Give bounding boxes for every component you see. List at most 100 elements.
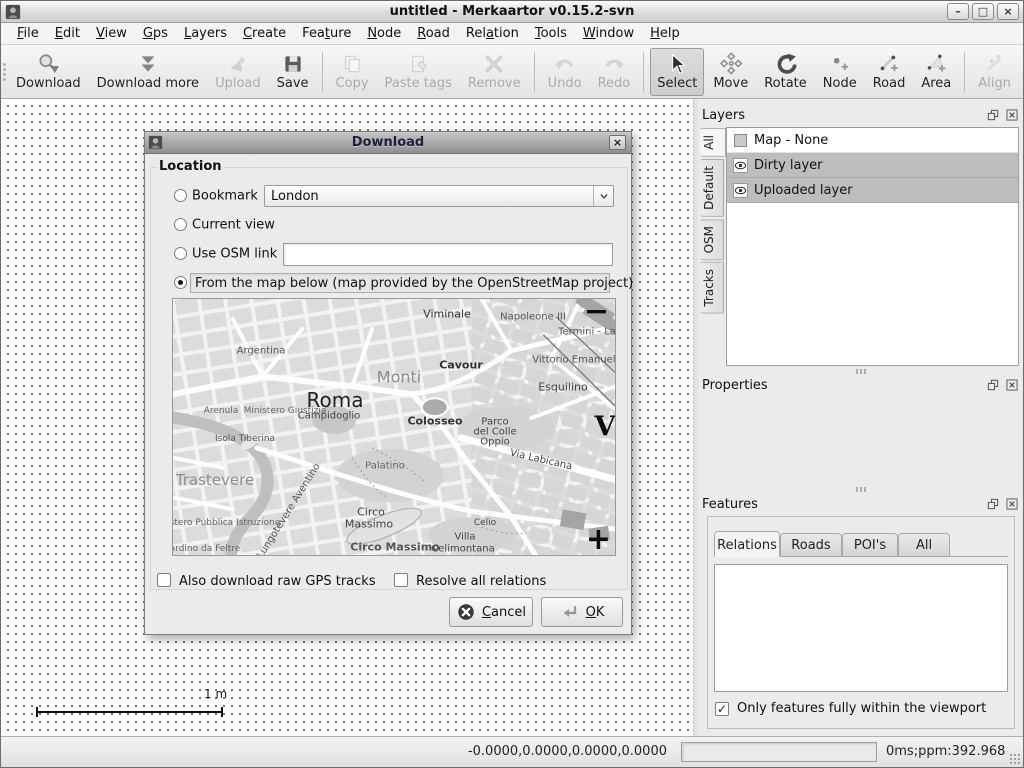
splitter-grip-2[interactable] bbox=[698, 486, 1023, 492]
splitter-grip-1[interactable] bbox=[698, 368, 1023, 374]
layer-row[interactable]: Uploaded layer bbox=[727, 178, 1018, 203]
copy-button: Copy bbox=[329, 48, 376, 96]
paste-tags-icon bbox=[406, 52, 430, 76]
menu-gps[interactable]: Gps bbox=[135, 24, 176, 43]
menu-tools[interactable]: Tools bbox=[527, 24, 575, 43]
current-view-radio[interactable] bbox=[174, 218, 187, 231]
map-label: Massimo bbox=[345, 518, 393, 531]
map-zoom-out-control[interactable]: − bbox=[584, 298, 609, 327]
download-dialog: Download × Location Bookmark London Curr… bbox=[144, 131, 632, 635]
titlebar[interactable]: untitled - Merkaartor v0.15.2-svn –□× bbox=[1, 1, 1023, 23]
from-map-radio[interactable] bbox=[174, 276, 187, 289]
features-list[interactable] bbox=[714, 564, 1008, 692]
layers-tab-osm[interactable]: OSM bbox=[700, 219, 724, 260]
scalebar bbox=[36, 707, 223, 717]
features-tab-relations[interactable]: Relations bbox=[714, 531, 780, 557]
menu-layers[interactable]: Layers bbox=[176, 24, 235, 43]
layer-visibility-eye-icon[interactable] bbox=[732, 182, 748, 198]
node-button[interactable]: Node bbox=[816, 48, 864, 96]
chevron-down-icon[interactable] bbox=[593, 186, 613, 206]
gps-tracks-checkbox[interactable] bbox=[157, 573, 171, 587]
download-button[interactable]: Download bbox=[9, 48, 88, 96]
menu-node[interactable]: Node bbox=[359, 24, 409, 43]
location-group-label: Location bbox=[157, 159, 224, 174]
resolve-relations-checkbox[interactable] bbox=[394, 573, 408, 587]
minimize-button[interactable]: – bbox=[947, 3, 969, 20]
bookmark-radio[interactable] bbox=[174, 189, 187, 202]
save-label: Save bbox=[277, 76, 309, 91]
map-label: V bbox=[595, 412, 616, 443]
menu-create[interactable]: Create bbox=[235, 24, 294, 43]
features-tab-roads[interactable]: Roads bbox=[780, 533, 842, 556]
layer-visibility-eye-icon[interactable] bbox=[732, 157, 748, 173]
layer-label: Uploaded layer bbox=[754, 183, 853, 198]
cancel-button[interactable]: Cancel bbox=[449, 597, 533, 627]
close-button[interactable]: × bbox=[997, 3, 1019, 20]
toolbar-separator bbox=[322, 52, 323, 92]
properties-close-icon[interactable] bbox=[1005, 378, 1019, 392]
move-button[interactable]: Move bbox=[706, 48, 755, 96]
osm-map-preview[interactable]: ViminaleNapoleone IIITermini - LaArgenti… bbox=[172, 298, 616, 556]
layers-tabbar: AllDefaultOSMTracks bbox=[700, 128, 726, 316]
app-window: untitled - Merkaartor v0.15.2-svn –□× Fi… bbox=[0, 0, 1024, 768]
rotate-button[interactable]: Rotate bbox=[757, 48, 814, 96]
features-tab-all[interactable]: All bbox=[898, 533, 950, 556]
redo-button: Redo bbox=[591, 48, 638, 96]
menu-file[interactable]: File bbox=[9, 24, 47, 43]
menu-edit[interactable]: Edit bbox=[47, 24, 88, 43]
layer-row[interactable]: Dirty layer bbox=[727, 153, 1018, 178]
map-label: Celio bbox=[474, 518, 496, 528]
features-frame: RelationsRoadsPOI'sAll ✓ Only features f… bbox=[707, 516, 1015, 729]
map-zoom-in-control[interactable]: + bbox=[586, 525, 611, 555]
layers-close-icon[interactable] bbox=[1005, 108, 1019, 122]
save-button[interactable]: Save bbox=[270, 48, 316, 96]
menu-help[interactable]: Help bbox=[642, 24, 688, 43]
download-more-icon bbox=[136, 52, 160, 76]
layers-float-icon[interactable] bbox=[986, 108, 1000, 122]
toolbar: DownloadDownload moreUploadSaveCopyPaste… bbox=[1, 45, 1023, 99]
toolbar-drag-handle[interactable] bbox=[3, 55, 6, 89]
dialog-body: Location Bookmark London Current view Us… bbox=[145, 154, 631, 634]
osm-link-input[interactable] bbox=[283, 243, 613, 266]
map-label: Villa bbox=[454, 532, 475, 543]
properties-float-icon[interactable] bbox=[986, 378, 1000, 392]
dialog-checkbox-row: Also download raw GPS tracks Resolve all… bbox=[145, 573, 631, 589]
menu-view[interactable]: View bbox=[88, 24, 135, 43]
map-labels: ViminaleNapoleone IIITermini - LaArgenti… bbox=[173, 299, 615, 555]
menu-relation[interactable]: Relation bbox=[458, 24, 527, 43]
ok-button[interactable]: OK bbox=[541, 597, 623, 627]
features-tab-pois[interactable]: POI's bbox=[842, 533, 898, 556]
area-button[interactable]: Area bbox=[914, 48, 958, 96]
dialog-titlebar[interactable]: Download × bbox=[145, 132, 631, 154]
viewport-only-label: Only features fully within the viewport bbox=[737, 701, 986, 716]
from-map-label: From the map below (map provided by the … bbox=[191, 276, 633, 291]
map-label: Viminale bbox=[423, 308, 471, 321]
menu-window[interactable]: Window bbox=[575, 24, 642, 43]
maximize-button[interactable]: □ bbox=[972, 3, 994, 20]
road-button[interactable]: Road bbox=[866, 48, 913, 96]
undo-label: Undo bbox=[548, 76, 582, 91]
layers-tab-default[interactable]: Default bbox=[700, 159, 724, 217]
layers-tab-tracks[interactable]: Tracks bbox=[700, 262, 724, 314]
dialog-close-button[interactable]: × bbox=[609, 135, 626, 150]
viewport-only-checkbox[interactable]: ✓ bbox=[715, 702, 729, 716]
layers-tab-all[interactable]: All bbox=[700, 128, 726, 157]
features-close-icon[interactable] bbox=[1005, 497, 1019, 511]
paste-tags-button: Paste tags bbox=[378, 48, 459, 96]
dialog-buttons: Cancel OK bbox=[145, 597, 631, 627]
layer-swatch-icon[interactable] bbox=[732, 132, 748, 148]
map-label: Ministero Giustizia bbox=[244, 406, 327, 416]
download-more-label: Download more bbox=[97, 76, 199, 91]
menu-feature[interactable]: Feature bbox=[294, 24, 359, 43]
resize-grip[interactable] bbox=[1009, 753, 1021, 765]
statusbar: -0.0000,0.0000,0.0000,0.0000 0ms;ppm:392… bbox=[1, 736, 1023, 767]
features-float-icon[interactable] bbox=[986, 497, 1000, 511]
from-map-row: From the map below (map provided by the … bbox=[145, 273, 631, 293]
download-more-button[interactable]: Download more bbox=[90, 48, 206, 96]
menu-road[interactable]: Road bbox=[409, 24, 458, 43]
layer-row[interactable]: Map - None bbox=[727, 128, 1018, 153]
select-button[interactable]: Select bbox=[650, 48, 704, 96]
osm-link-radio[interactable] bbox=[174, 247, 187, 260]
bookmark-combo[interactable]: London bbox=[264, 185, 614, 207]
bookmark-label: Bookmark bbox=[192, 189, 258, 204]
